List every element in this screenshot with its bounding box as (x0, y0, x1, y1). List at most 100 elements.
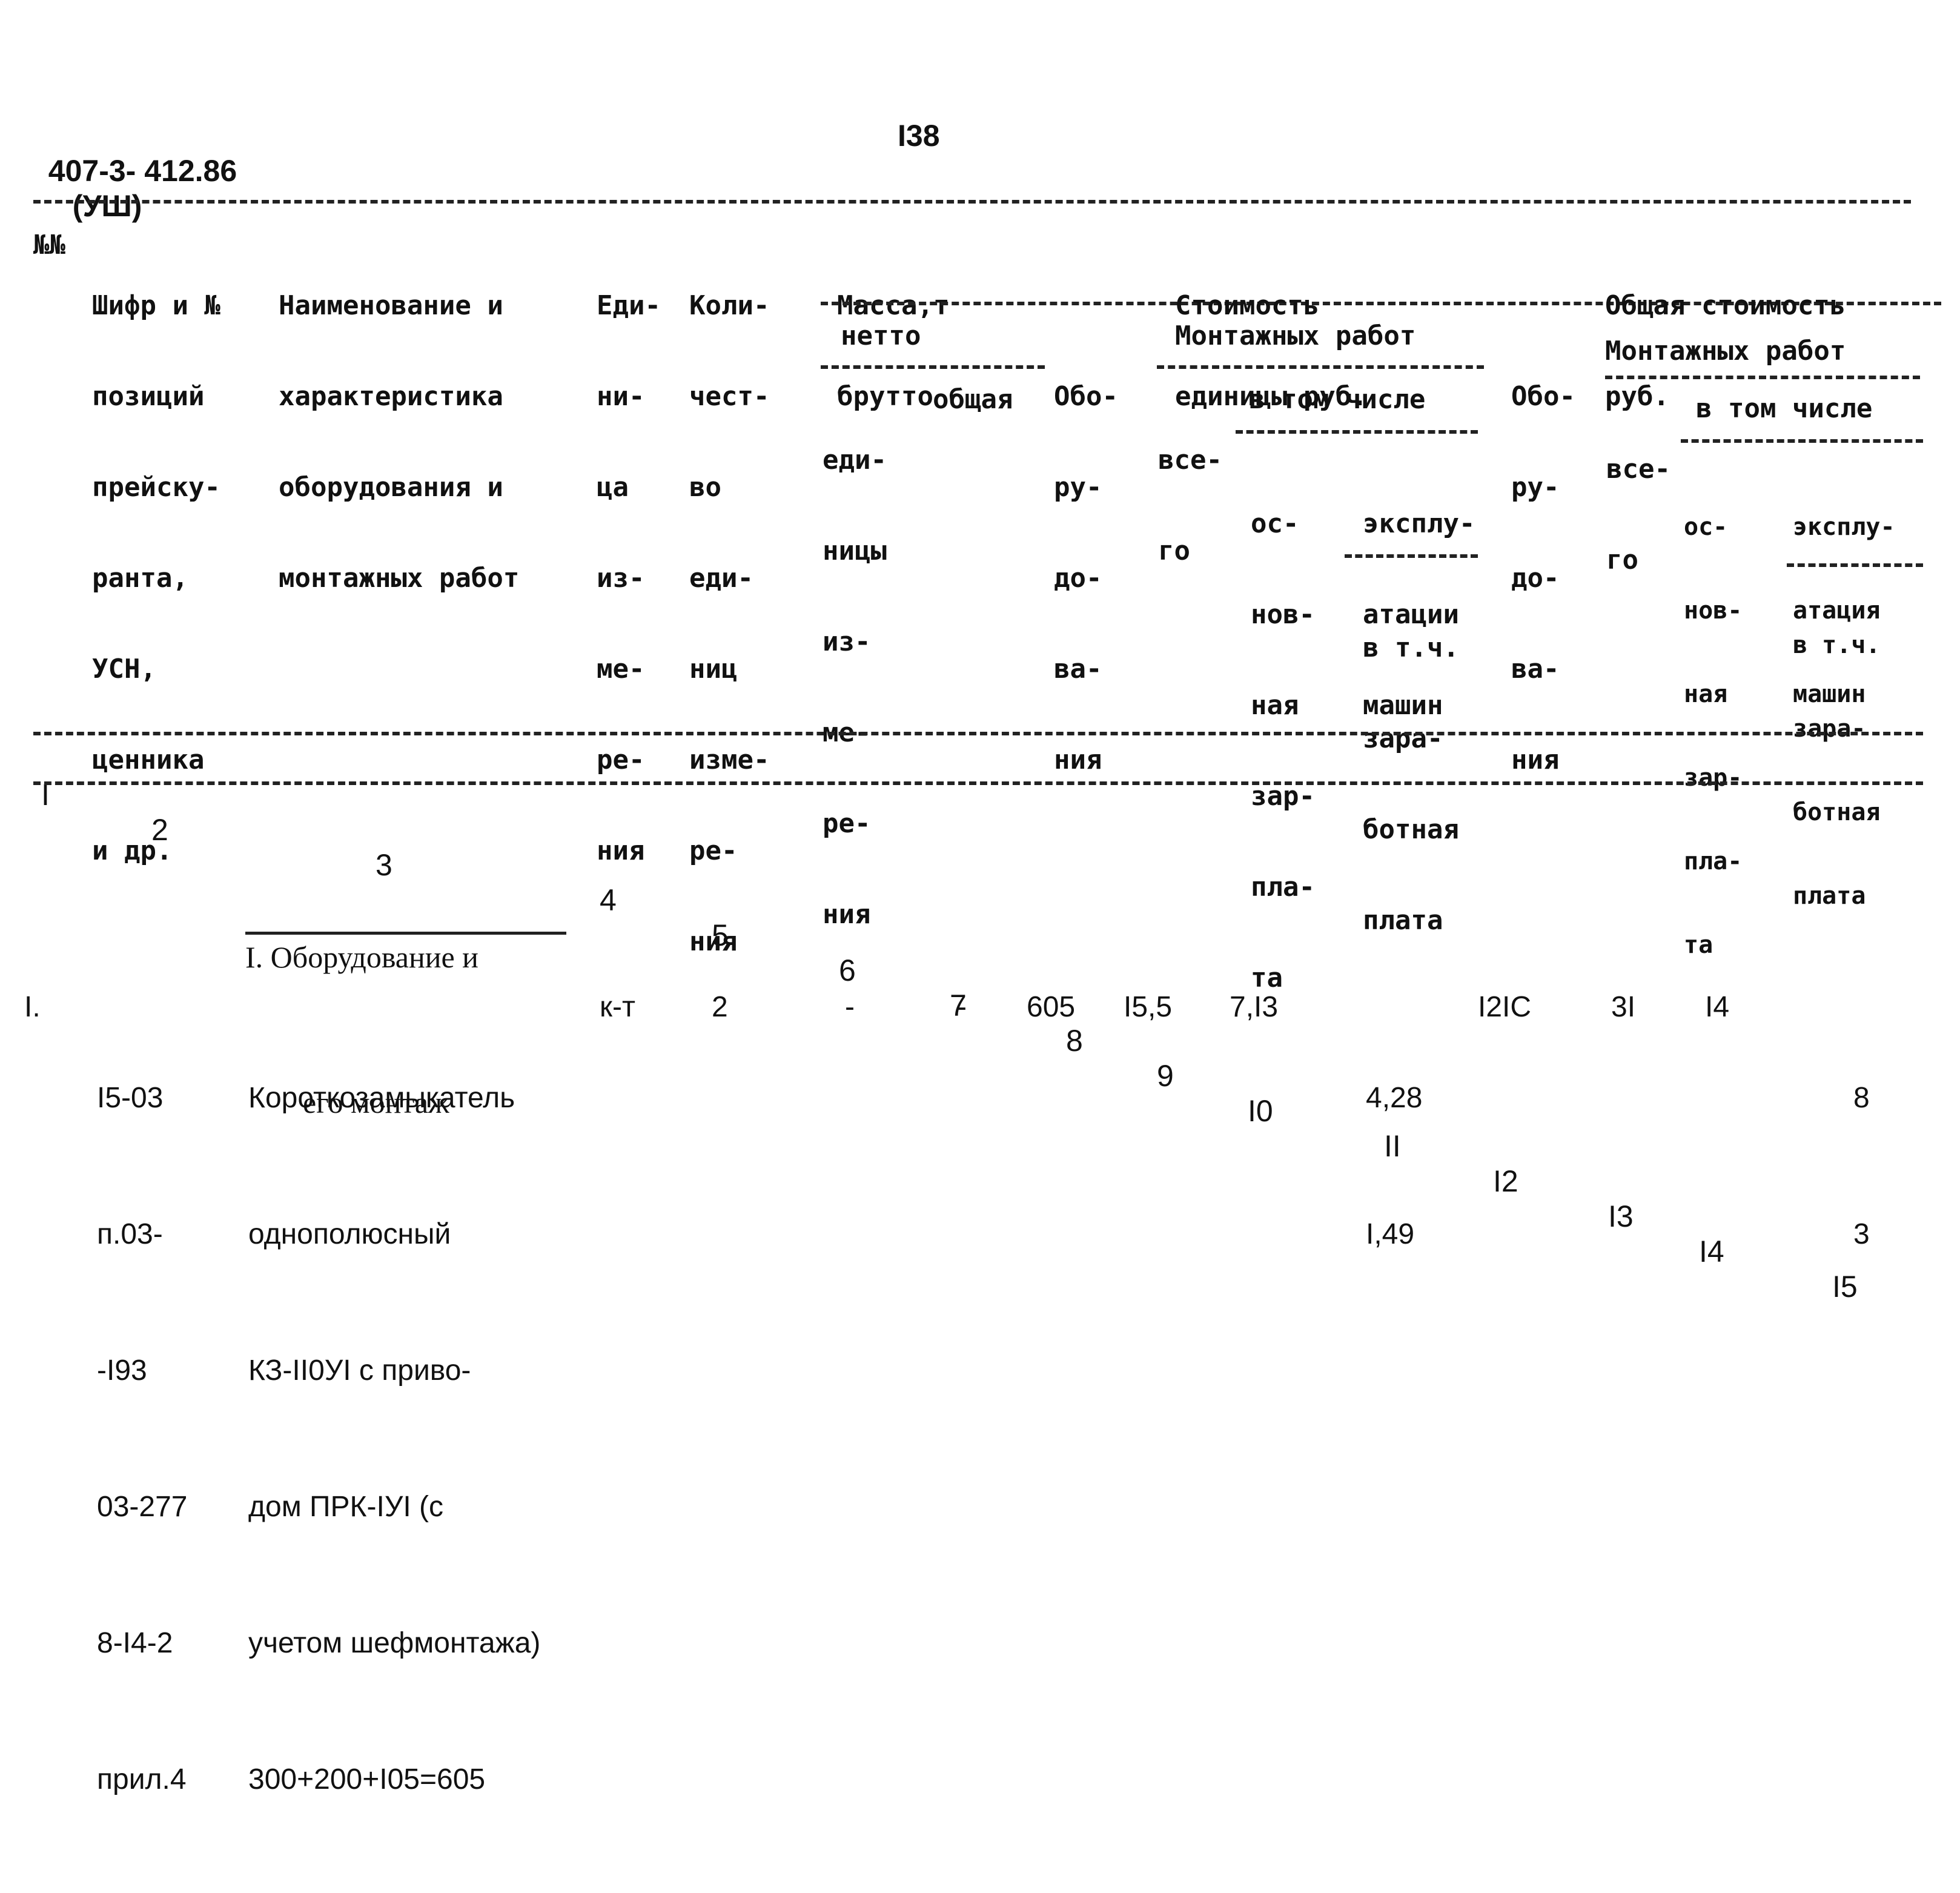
header-text: ния (823, 899, 871, 930)
machines-rule (1345, 554, 1478, 558)
machines-total-value: 8 (1853, 1082, 1870, 1114)
name-line: КЗ-II0УI с приво- (248, 1354, 471, 1387)
header-unit-incl: в том числе (1249, 384, 1426, 415)
header-text: ния (597, 835, 645, 866)
header-text: Коли- (689, 290, 770, 321)
column-number: 4 (600, 883, 617, 917)
header-text: та (1684, 931, 1713, 959)
header-text: пла- (1251, 872, 1315, 903)
header-text: ва- (1511, 654, 1560, 685)
header-col-unit: Еди- ни- ца из- ме- ре- ния (597, 230, 661, 897)
column-number: 9 (1157, 1059, 1174, 1093)
header-col-qty: Коли- чест- во еди- ниц изме- ре- ния (689, 230, 769, 987)
machines-wage-value: I,49 (1366, 1218, 1415, 1250)
name-line: учетом шефмонтажа) (248, 1627, 541, 1659)
section-title-line: I. Оборудование и (245, 940, 478, 974)
header-text: эксплу- (1363, 508, 1475, 539)
header-text: ния (689, 926, 738, 957)
header-text: Общая стоимость (1605, 290, 1846, 321)
header-text: пла- (1684, 847, 1743, 875)
header-text: Шифр и № (92, 290, 220, 321)
row-machines-total: 8 3 (1853, 984, 1886, 1348)
code-line: п.03- (97, 1218, 163, 1250)
name-line: однополюсный (248, 1218, 451, 1250)
total-incl-rule (1681, 439, 1923, 443)
column-number: 2 (151, 813, 168, 847)
page-number: I38 (898, 119, 940, 153)
code-line: 03-277 (97, 1491, 188, 1523)
header-mass-netto: нетто (841, 320, 921, 351)
row-mass-unit: - (845, 991, 855, 1023)
column-number: I3 (1608, 1199, 1634, 1233)
row-mass-total: - (957, 991, 967, 1023)
install-rule (1157, 365, 1484, 369)
header-text: зара- (1793, 715, 1866, 743)
header-text: го (1158, 535, 1190, 566)
colnum-bottom-rule (33, 781, 1923, 785)
row-equip-total: I2IC (1478, 991, 1532, 1023)
header-total-incl: в том числе (1696, 393, 1873, 424)
column-number: I4 (1699, 1235, 1724, 1268)
column-number: I2 (1493, 1164, 1518, 1198)
header-text: эксплу- (1793, 513, 1895, 541)
name-line: Короткозамыкатель (248, 1082, 515, 1114)
header-text: го (1606, 545, 1638, 575)
header-text: в т.ч. (1793, 631, 1881, 659)
header-text: во (689, 472, 721, 503)
header-unit-all: все- го (1158, 385, 1222, 597)
header-total-all: все- го (1606, 394, 1670, 606)
header-text: из- (823, 626, 871, 657)
column-number: I0 (1248, 1094, 1273, 1128)
header-text: ос- (1684, 513, 1728, 541)
header-text: Наименование и (279, 290, 503, 321)
header-text: зар- (1251, 781, 1315, 812)
row-machines: 4,28 I,49 (1366, 984, 1422, 1348)
header-text: Стоимость (1175, 290, 1320, 321)
netto-rule (821, 365, 1045, 369)
header-text: ру- (1054, 472, 1102, 503)
header-text: все- (1606, 454, 1670, 485)
header-text: ре- (823, 808, 871, 839)
header-text: ранта, (92, 563, 188, 594)
column-number: 5 (712, 918, 729, 952)
header-text: Обо- (1054, 381, 1118, 412)
header-text: до- (1054, 563, 1102, 594)
header-text: ре- (689, 835, 738, 866)
header-text: до- (1511, 563, 1560, 594)
total-machines-rule (1787, 563, 1923, 567)
header-text: ниц (689, 654, 738, 685)
header-text: плата (1363, 905, 1443, 936)
header-text: плата (1793, 882, 1866, 910)
header-text: нов- (1251, 599, 1315, 630)
header-text: ботная (1793, 798, 1881, 826)
header-text: из- (597, 563, 645, 594)
total-install-rule (1605, 376, 1920, 379)
header-unit-install: Монтажных работ (1175, 320, 1416, 351)
row-qty: 2 (712, 991, 728, 1023)
header-text: Масса,т (837, 290, 950, 321)
column-numbers: I 2 3 4 5 6 7 8 9 I0 II I2 I3 I4 I5 (0, 742, 1960, 1304)
header-text: ва- (1054, 654, 1102, 685)
header-text: оборудования и (279, 472, 503, 503)
machines-wage-total-value: 3 (1853, 1218, 1870, 1250)
machines-value: 4,28 (1366, 1082, 1423, 1114)
header-total-base-wage: ос- нов- ная зар- пла- та (1684, 457, 1742, 987)
header-text: ботная (1363, 814, 1459, 845)
top-rule (33, 200, 1911, 204)
header-text: Еди- (597, 290, 661, 321)
header-col-name: Наименование и характеристика оборудован… (279, 230, 519, 624)
header-mass-unit: еди- ницы из- ме- ре- ния (823, 385, 887, 960)
name-line: дом ПРК-IУI (с (248, 1491, 443, 1523)
document-code: 407-3- 412.86 (УШ) (31, 118, 237, 224)
header-text: еди- (823, 445, 887, 476)
header-text: УСН, (92, 654, 156, 685)
header-text: ме- (597, 654, 645, 685)
row-install-all: I5,5 (1124, 991, 1173, 1023)
code-line: -I93 (97, 1354, 147, 1387)
header-text: нов- (1684, 597, 1743, 625)
colnum-top-rule (33, 732, 1923, 735)
row-unit: к-т (600, 991, 635, 1023)
row-base-wage: 7,I3 (1230, 991, 1279, 1023)
header-text: в т.ч. (1363, 632, 1459, 663)
header-text: Обо- (1511, 381, 1575, 412)
